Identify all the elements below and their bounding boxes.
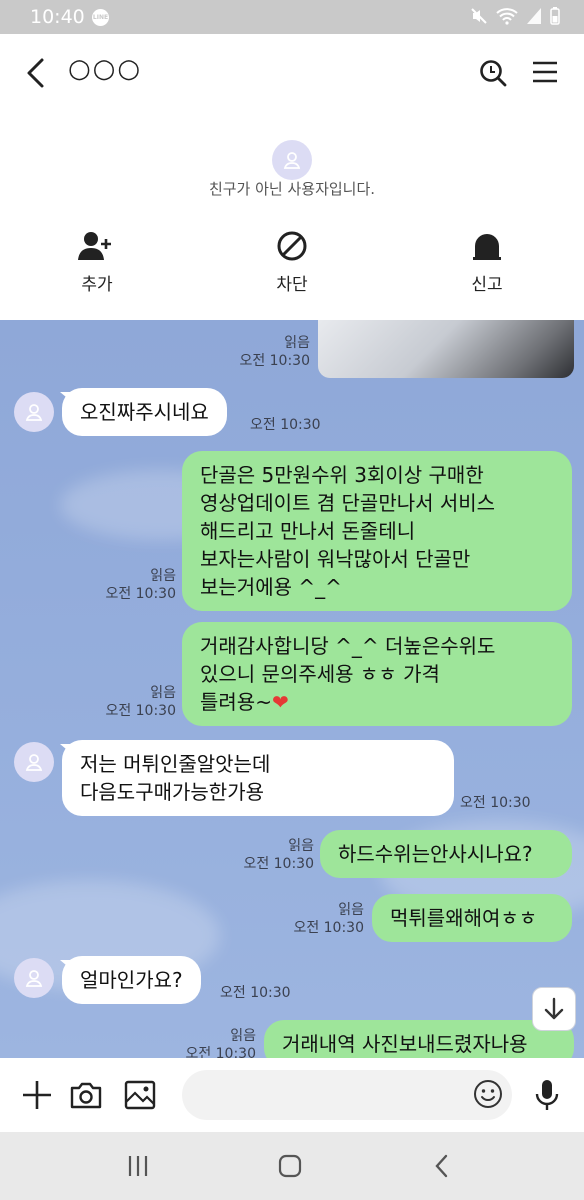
message-time: 오전 10:30 [243,856,314,872]
read-indicator: 읽음 [288,838,314,854]
sent-message-bubble[interactable]: 단골은 5만원수위 3회이상 구매한 영상업데이트 겸 단골만나서 서비스 해드… [182,451,572,611]
block-label: 차단 [276,275,308,295]
profile-avatar[interactable] [272,140,312,180]
sent-message-bubble[interactable]: 거래감사합니당 ^_^ 더높은수위도 있으니 문의주세용 ㅎㅎ 가격 틀려용~❤ [182,622,572,726]
message-meta: 읽음 오전 10:30 [230,334,310,370]
report-label: 신고 [471,275,503,295]
add-friend-label: 추가 [81,275,113,295]
sender-avatar[interactable] [14,392,54,432]
mute-icon [471,8,487,24]
received-message-bubble[interactable]: 저는 머튀인줄알앗는데 다음도구매가능한가용 [62,740,454,816]
back-arrow-icon[interactable] [22,56,52,90]
message-meta: 읽음 오전 10:30 [176,1027,256,1058]
status-bar: 10:40 LINE [0,0,584,34]
sent-message-bubble[interactable]: 거래내역 사진보내드렸자나용 [264,1020,574,1058]
read-indicator: 읽음 [284,335,310,351]
message-meta: 읽음 오전 10:30 [284,901,364,937]
read-indicator: 읽음 [150,685,176,701]
message-text: 거래감사합니당 ^_^ 더높은수위도 있으니 문의주세용 ㅎㅎ 가격 틀려용~ [200,634,496,714]
sent-message-bubble[interactable]: 하드수위는안사시나요? [320,830,572,878]
gallery-icon[interactable] [123,1078,157,1112]
received-message-bubble[interactable]: 얼마인가요? [62,956,201,1004]
person-icon [25,970,43,987]
message-meta: 읽음 오전 10:30 [96,684,176,720]
message-time: 오전 10:30 [239,353,310,369]
message-time: 오전 10:30 [220,985,291,1001]
heart-emoji: ❤ [271,690,289,714]
stranger-notice: 친구가 아닌 사용자입니다. [208,180,376,198]
camera-icon[interactable] [69,1078,103,1112]
stranger-actions: 추가 차단 신고 [0,228,584,308]
status-time: 10:40 [30,6,85,28]
system-nav-bar [0,1132,584,1200]
chat-area[interactable]: 읽음 오전 10:30 오진짜주시네요 오전 10:30 단골은 5만원수위 3… [0,320,584,1058]
home-icon[interactable] [278,1154,302,1178]
message-meta: 읽음 오전 10:30 [96,567,176,603]
scroll-to-bottom-button[interactable] [532,987,576,1031]
person-icon [283,152,301,169]
menu-icon[interactable] [532,60,558,84]
report-icon [473,234,501,260]
block-icon [277,231,307,261]
sender-avatar[interactable] [14,958,54,998]
search-icon[interactable] [478,58,508,88]
chat-title: ○○○ [68,54,143,84]
arrow-down-icon [544,997,564,1020]
message-time: 오전 10:30 [250,417,321,433]
read-indicator: 읽음 [230,1028,256,1044]
sent-message-bubble[interactable]: 먹튀를왜해여ㅎㅎ [372,894,572,942]
back-nav-icon[interactable] [432,1154,452,1178]
battery-icon [550,7,560,25]
message-time: 오전 10:30 [105,703,176,719]
chat-header: ○○○ [0,34,584,112]
stranger-panel: 친구가 아닌 사용자입니다. 추가 차단 신고 [0,112,584,320]
message-time: 오전 10:30 [185,1046,256,1058]
line-app-icon: LINE [92,9,109,26]
message-time: 오전 10:30 [105,586,176,602]
block-button[interactable]: 차단 [242,228,342,295]
wifi-icon [496,8,518,25]
message-time: 오전 10:30 [460,795,531,811]
report-button[interactable]: 신고 [437,228,537,295]
add-friend-icon [78,232,111,260]
sender-avatar[interactable] [14,742,54,782]
signal-icon [527,8,541,24]
plus-icon[interactable] [20,1078,54,1112]
read-indicator: 읽음 [150,568,176,584]
message-input-bar [0,1058,584,1132]
person-icon [25,754,43,771]
received-message-bubble[interactable]: 오진짜주시네요 [62,388,227,436]
read-indicator: 읽음 [338,902,364,918]
sent-photo-message[interactable] [318,320,574,378]
person-icon [25,404,43,421]
add-friend-button[interactable]: 추가 [47,228,147,295]
microphone-icon[interactable] [530,1078,564,1112]
message-meta: 읽음 오전 10:30 [234,837,314,873]
emoji-icon[interactable] [472,1078,504,1110]
message-time: 오전 10:30 [293,920,364,936]
message-input[interactable] [182,1070,512,1120]
recent-apps-icon[interactable] [126,1154,150,1178]
